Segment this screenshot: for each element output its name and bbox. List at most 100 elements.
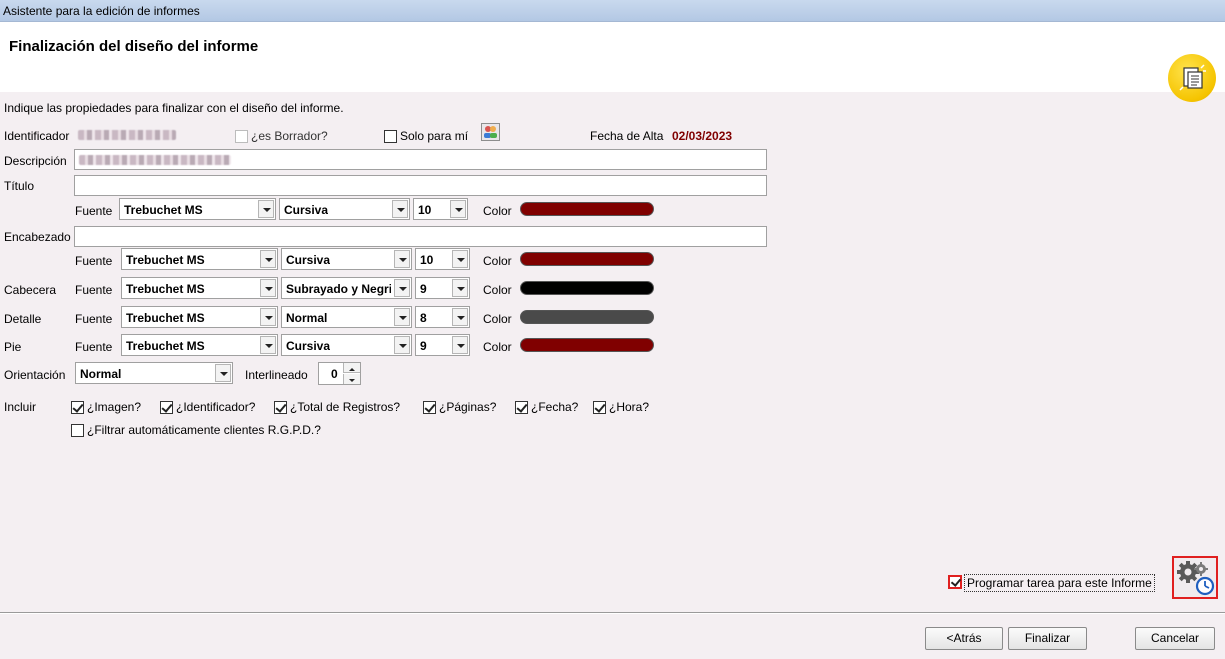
titulo-size-value: 10: [418, 203, 432, 217]
descripcion-label: Descripción: [4, 154, 67, 168]
detalle-size-select[interactable]: 8: [415, 306, 470, 328]
footer-separator: [0, 612, 1225, 614]
encabezado-font-value: Trebuchet MS: [126, 253, 205, 267]
chevron-down-icon[interactable]: [215, 364, 231, 382]
encabezado-style-select[interactable]: Cursiva: [281, 248, 412, 270]
spin-down-icon[interactable]: [343, 374, 360, 384]
detalle-style-select[interactable]: Normal: [281, 306, 412, 328]
encabezado-label: Encabezado: [4, 230, 71, 244]
fecha-alta-value: 02/03/2023: [672, 129, 733, 143]
encabezado-font-select[interactable]: Trebuchet MS: [121, 248, 278, 270]
imagen-label: ¿Imagen?: [87, 400, 142, 414]
cabecera-label: Cabecera: [4, 283, 57, 297]
descripcion-input[interactable]: [74, 149, 767, 170]
detalle-font-value: Trebuchet MS: [126, 311, 205, 325]
schedule-checkbox[interactable]: [948, 575, 962, 589]
fecha-checkbox[interactable]: [515, 401, 528, 414]
paginas-checkbox[interactable]: [423, 401, 436, 414]
chevron-down-icon[interactable]: [452, 336, 468, 354]
total-registros-label: ¿Total de Registros?: [290, 400, 401, 414]
chevron-down-icon[interactable]: [394, 279, 410, 297]
chevron-down-icon[interactable]: [260, 336, 276, 354]
encabezado-size-value: 10: [420, 253, 434, 267]
pie-size-value: 9: [420, 339, 427, 353]
borrador-checkbox[interactable]: [235, 130, 248, 143]
wizard-header: Finalización del diseño del informe: [0, 22, 1225, 102]
chevron-down-icon[interactable]: [394, 250, 410, 268]
detalle-size-value: 8: [420, 311, 427, 325]
chevron-down-icon[interactable]: [452, 250, 468, 268]
imagen-checkbox[interactable]: [71, 401, 84, 414]
cancel-button[interactable]: Cancelar: [1135, 627, 1215, 650]
detalle-fuente-label: Fuente: [75, 312, 113, 326]
hora-checkbox[interactable]: [593, 401, 606, 414]
detalle-font-select[interactable]: Trebuchet MS: [121, 306, 278, 328]
chevron-down-icon[interactable]: [394, 308, 410, 326]
titulo-font-select[interactable]: Trebuchet MS: [119, 198, 276, 220]
chevron-down-icon[interactable]: [450, 200, 466, 218]
interlineado-stepper[interactable]: 0: [318, 362, 361, 385]
titulo-label: Título: [4, 179, 35, 193]
detalle-style-value: Normal: [286, 311, 328, 325]
pie-color-swatch[interactable]: [520, 338, 654, 352]
detalle-color-swatch[interactable]: [520, 310, 654, 324]
finish-button[interactable]: Finalizar: [1008, 627, 1087, 650]
pie-size-select[interactable]: 9: [415, 334, 470, 356]
people-button[interactable]: [481, 123, 500, 141]
cabecera-color-swatch[interactable]: [520, 281, 654, 295]
pie-color-label: Color: [483, 340, 512, 354]
titulo-style-select[interactable]: Cursiva: [279, 198, 410, 220]
titulo-font-value: Trebuchet MS: [124, 203, 203, 217]
pie-style-select[interactable]: Cursiva: [281, 334, 412, 356]
chevron-down-icon[interactable]: [452, 308, 468, 326]
schedule-task-button[interactable]: [1172, 556, 1218, 599]
cabecera-style-select[interactable]: Subrayado y Negrita: [281, 277, 412, 299]
titulo-fuente-label: Fuente: [75, 204, 113, 218]
chevron-down-icon[interactable]: [394, 336, 410, 354]
chevron-down-icon[interactable]: [452, 279, 468, 297]
titulo-color-label: Color: [483, 204, 512, 218]
schedule-label[interactable]: Programar tarea para este Informe: [964, 574, 1155, 592]
encabezado-fuente-label: Fuente: [75, 254, 113, 268]
titulo-style-value: Cursiva: [284, 203, 329, 217]
pie-font-select[interactable]: Trebuchet MS: [121, 334, 278, 356]
encabezado-color-label: Color: [483, 254, 512, 268]
window-title: Asistente para la edición de informes: [3, 4, 200, 18]
people-icon: [484, 126, 497, 138]
back-button[interactable]: <Atrás: [925, 627, 1003, 650]
pie-style-value: Cursiva: [286, 339, 331, 353]
pie-label: Pie: [4, 340, 22, 354]
titulo-input[interactable]: [74, 175, 767, 196]
solo-para-mi-checkbox[interactable]: [384, 130, 397, 143]
pie-fuente-label: Fuente: [75, 340, 113, 354]
identificador-checkbox[interactable]: [160, 401, 173, 414]
report-wizard-icon: [1168, 54, 1216, 102]
encabezado-color-swatch[interactable]: [520, 252, 654, 266]
chevron-down-icon[interactable]: [392, 200, 408, 218]
encabezado-input[interactable]: [74, 226, 767, 247]
cabecera-style-value: Subrayado y Negrita: [286, 282, 391, 296]
instructions-text: Indique las propiedades para finalizar c…: [4, 101, 344, 115]
cabecera-size-select[interactable]: 9: [415, 277, 470, 299]
filtrar-rgpd-checkbox[interactable]: [71, 424, 84, 437]
spin-up-icon[interactable]: [343, 363, 360, 373]
chevron-down-icon[interactable]: [260, 308, 276, 326]
cabecera-color-label: Color: [483, 283, 512, 297]
orientacion-label: Orientación: [4, 368, 66, 382]
cabecera-size-value: 9: [420, 282, 427, 296]
cabecera-fuente-label: Fuente: [75, 283, 113, 297]
encabezado-size-select[interactable]: 10: [415, 248, 470, 270]
borrador-label: ¿es Borrador?: [251, 129, 328, 143]
chevron-down-icon[interactable]: [260, 250, 276, 268]
filtrar-rgpd-label: ¿Filtrar automáticamente clientes R.G.P.…: [87, 423, 321, 437]
cabecera-font-select[interactable]: Trebuchet MS: [121, 277, 278, 299]
chevron-down-icon[interactable]: [260, 279, 276, 297]
chevron-down-icon[interactable]: [258, 200, 274, 218]
total-registros-checkbox[interactable]: [274, 401, 287, 414]
fecha-label: ¿Fecha?: [531, 400, 579, 414]
orientacion-value: Normal: [80, 367, 122, 381]
orientacion-select[interactable]: Normal: [75, 362, 233, 384]
titulo-size-select[interactable]: 10: [413, 198, 468, 220]
paginas-label: ¿Páginas?: [439, 400, 497, 414]
titulo-color-swatch[interactable]: [520, 202, 654, 216]
